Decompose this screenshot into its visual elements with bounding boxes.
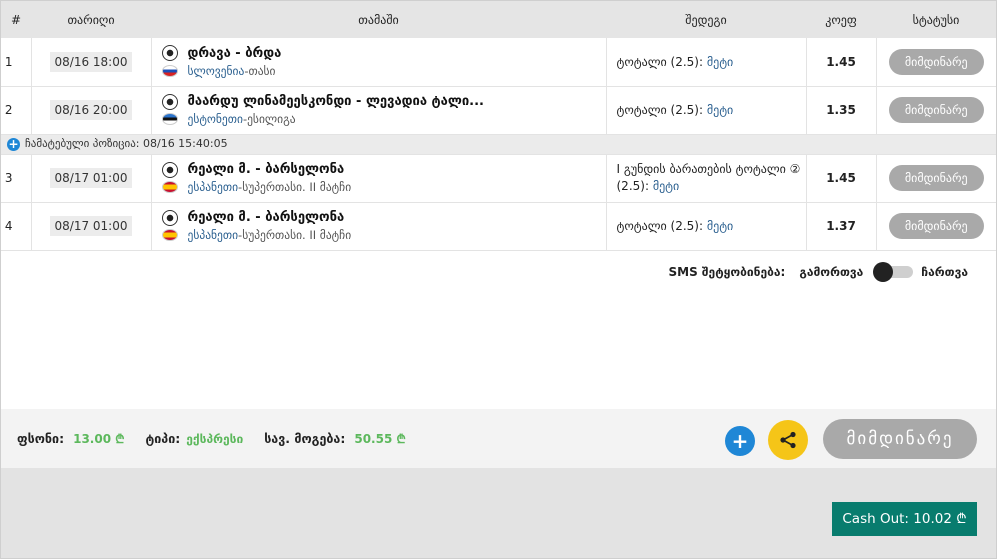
col-status: სტატუსი — [912, 12, 960, 27]
col-game: თამაში — [358, 12, 399, 27]
row-number: 1 — [1, 38, 31, 87]
match-date: 08/16 18:00 — [49, 51, 133, 72]
league-name: სუპერთასი. II მატჩი — [242, 228, 352, 242]
outcome: მეტი — [706, 103, 734, 117]
added-time-text: ჩამატებული პოზიცია: 08/16 15:40:05 — [25, 137, 228, 151]
potential-win-label: სავ. მოგება: — [264, 431, 346, 446]
row-number: 3 — [1, 154, 31, 203]
estonia-flag-icon — [161, 113, 178, 125]
status-badge: მიმდინარე — [888, 213, 984, 239]
match-name[interactable]: რეალი მ. - ბარსელონა — [188, 210, 345, 225]
row-number: 2 — [1, 86, 31, 135]
bottom-area: Cash Out: 10.02 ₾ — [1, 468, 996, 558]
sms-notification-setting: SMS შეტყობინება: გამორთვა ჩართვა — [668, 262, 968, 282]
soccer-ball-icon — [161, 209, 178, 226]
add-button[interactable]: + — [725, 426, 755, 456]
soccer-ball-icon — [161, 45, 178, 62]
market-name: I გუნდის ბარათების ტოტალი ② (2.5): — [616, 162, 801, 193]
sms-on-label: ჩართვა — [921, 265, 968, 279]
status-badge: მიმდინარე — [888, 165, 984, 191]
outcome: მეტი — [706, 219, 734, 233]
bets-table: # თარიღი თამაში შედეგი კოეფ სტატუსი 1 08… — [1, 1, 996, 251]
share-button[interactable] — [768, 420, 808, 460]
added-time-row: + ჩამატებული პოზიცია: 08/16 15:40:05 — [1, 134, 996, 155]
potential-win-value: 50.55 ₾ — [354, 432, 406, 446]
market-cell: ტოტალი (2.5): მეტი — [606, 86, 807, 135]
type-label: ტიპი: — [145, 431, 181, 446]
country-link[interactable]: ესპანეთი — [188, 228, 239, 242]
match-date: 08/17 01:00 — [49, 168, 133, 188]
match-date: 08/17 01:00 — [49, 216, 133, 236]
status-badge: მიმდინარე — [888, 48, 984, 75]
market-name: ტოტალი (2.5): — [616, 54, 707, 69]
odds: 1.37 — [806, 202, 877, 251]
type-value: ექსპრესი — [186, 431, 244, 446]
outcome: მეტი — [706, 54, 734, 69]
odds: 1.45 — [806, 38, 877, 87]
sms-label: SMS შეტყობინება: — [668, 265, 786, 279]
match-name[interactable]: მაარდუ ლინამეესკონდი - ლევადია ტალი... — [188, 94, 484, 109]
country-link[interactable]: სლოვენია — [188, 64, 245, 78]
plus-icon: + — [731, 429, 749, 453]
market-name: ტოტალი (2.5): — [616, 219, 707, 233]
table-row: 4 08/17 01:00 რეალი მ. - ბარსელონა ესპან… — [1, 202, 996, 251]
table-row: 1 08/16 18:00 დრავა - ბრდა სლოვენია - თა… — [1, 38, 996, 87]
col-num: # — [10, 12, 22, 27]
col-odds: კოეფ — [825, 12, 857, 27]
row-number: 4 — [1, 202, 31, 251]
spain-flag-icon — [161, 181, 178, 193]
table-row: 2 08/16 20:00 მაარდუ ლინამეესკონდი - ლევ… — [1, 86, 996, 135]
league-name: თასი — [248, 63, 276, 78]
sms-toggle[interactable] — [873, 262, 914, 282]
country-link[interactable]: ესტონეთი — [188, 112, 243, 126]
match-name[interactable]: დრავა - ბრდა — [188, 46, 282, 61]
match-name[interactable]: რეალი მ. - ბარსელონა — [188, 162, 345, 177]
match-date: 08/16 20:00 — [49, 100, 133, 120]
sms-off-label: გამორთვა — [799, 265, 864, 279]
toggle-knob — [873, 262, 894, 282]
market-cell: I გუნდის ბარათების ტოტალი ② (2.5): მეტი — [606, 154, 807, 203]
odds: 1.35 — [806, 86, 877, 135]
bet-summary-bar: ფსონი: 13.00 ₾ ტიპი: ექსპრესი სავ. მოგებ… — [1, 409, 996, 468]
cash-out-button[interactable]: Cash Out: 10.02 ₾ — [832, 502, 977, 536]
soccer-ball-icon — [161, 93, 178, 110]
spain-flag-icon — [161, 229, 178, 241]
table-header: # თარიღი თამაში შედეგი კოეფ სტატუსი — [1, 1, 996, 38]
league-name: სუპერთასი. II მატჩი — [242, 180, 352, 194]
market-cell: ტოტალი (2.5): მეტი — [606, 38, 807, 87]
status-button[interactable]: მიმდინარე — [823, 419, 977, 459]
market-cell: ტოტალი (2.5): მეტი — [606, 202, 807, 251]
stake-label: ფსონი: — [17, 431, 65, 446]
share-icon — [780, 431, 796, 449]
status-badge: მიმდინარე — [888, 97, 984, 123]
market-name: ტოტალი (2.5): — [616, 103, 707, 117]
outcome: მეტი — [652, 179, 680, 193]
league-name: ესილიგა — [247, 112, 296, 126]
soccer-ball-icon — [161, 161, 178, 178]
col-market: შედეგი — [685, 12, 727, 27]
plus-icon[interactable]: + — [7, 137, 20, 151]
col-date: თარიღი — [67, 12, 115, 27]
stake-value: 13.00 ₾ — [73, 432, 125, 446]
table-row: 3 08/17 01:00 რეალი მ. - ბარსელონა ესპან… — [1, 154, 996, 203]
slovenia-flag-icon — [161, 64, 178, 77]
odds: 1.45 — [806, 154, 877, 203]
bet-details-panel: # თარიღი თამაში შედეგი კოეფ სტატუსი 1 08… — [0, 0, 997, 559]
country-link[interactable]: ესპანეთი — [188, 180, 239, 194]
